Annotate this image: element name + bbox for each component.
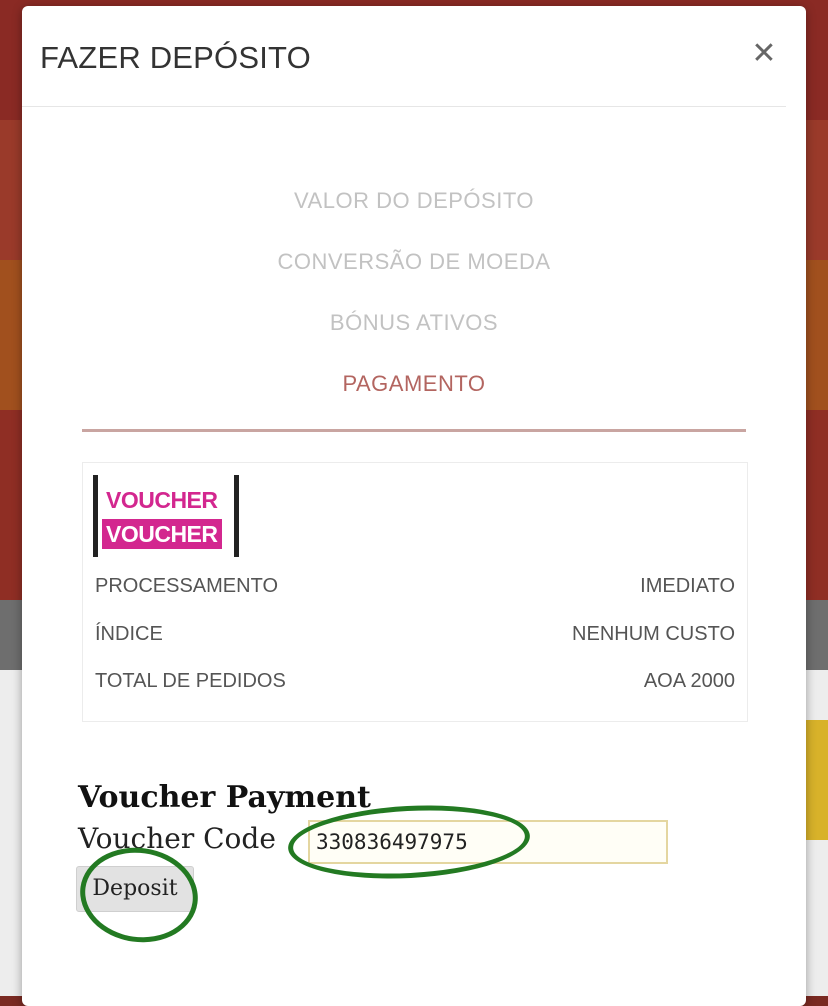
modal-title: FAZER DEPÓSITO [40,40,311,75]
step-payment[interactable]: PAGAMENTO [22,371,806,397]
processing-label: PROCESSAMENTO [95,575,278,597]
voucher-logo-text: VOUCHER [102,519,222,549]
order-total-row: TOTAL DE PEDIDOS AOA 2000 [95,670,735,700]
fee-value: NENHUM CUSTO [572,623,735,645]
voucher-logo-text: VOUCHER [102,485,222,515]
voucher-code-input[interactable] [308,820,668,864]
step-currency-conversion[interactable]: CONVERSÃO DE MOEDA [22,249,806,275]
order-total-value: AOA 2000 [643,670,735,692]
payment-method-card[interactable]: VOUCHER VOUCHER PROCESSAMENTO IMEDIATO Í… [82,462,748,722]
header-divider [22,106,786,107]
processing-row: PROCESSAMENTO IMEDIATO [95,575,735,605]
deposit-button[interactable]: Deposit [76,866,194,912]
fee-row: ÍNDICE NENHUM CUSTO [95,623,735,653]
voucher-payment-title: Voucher Payment [78,780,371,815]
close-icon[interactable]: ✕ [744,34,784,74]
voucher-code-label: Voucher Code [78,822,276,855]
processing-value: IMEDIATO [640,575,735,597]
step-active-bonuses[interactable]: BÓNUS ATIVOS [22,310,806,336]
voucher-logo: VOUCHER VOUCHER [93,475,239,557]
step-deposit-amount[interactable]: VALOR DO DEPÓSITO [22,188,806,214]
active-step-underline [82,429,746,432]
fee-label: ÍNDICE [95,623,163,645]
background-accent [806,720,828,840]
order-total-label: TOTAL DE PEDIDOS [95,670,286,692]
